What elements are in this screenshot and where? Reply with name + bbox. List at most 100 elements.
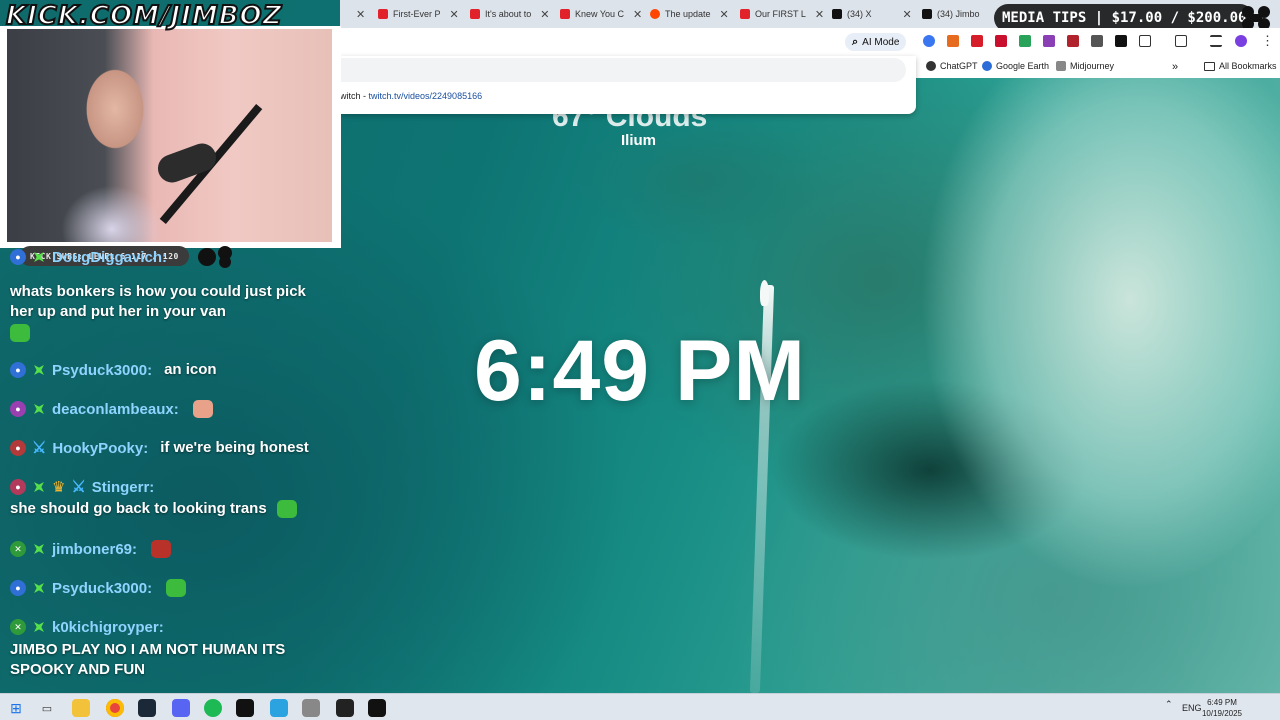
- browser-tab[interactable]: (34) X ✕: [832, 4, 912, 24]
- browser-tab[interactable]: Knew You C ✕: [560, 4, 650, 24]
- sub-badge-icon: [29, 360, 49, 380]
- youtube-icon: [740, 9, 750, 19]
- boat: [760, 280, 769, 306]
- browser-tab[interactable]: (34) Jimbo: [922, 4, 982, 24]
- chat-message: ● ♛ ⚔ Stingerr: she should go back to lo…: [10, 476, 330, 520]
- suggestion-url: twitch.tv/videos/2249085166: [368, 91, 483, 101]
- taskbar-date: 10/19/2025: [1201, 709, 1243, 718]
- tab-close-icon[interactable]: ✕: [815, 8, 824, 21]
- tab-partial[interactable]: ✕: [352, 4, 365, 24]
- bookmarks-overflow-chevron[interactable]: »: [1172, 61, 1178, 73]
- extension-icon[interactable]: [1067, 35, 1079, 47]
- telegram-icon[interactable]: [270, 699, 288, 717]
- profile-avatar[interactable]: [1235, 35, 1247, 47]
- ai-mode-button[interactable]: ⌕ AI Mode: [845, 33, 907, 51]
- spotify-icon[interactable]: [204, 699, 222, 717]
- bookmark-midjourney[interactable]: Midjourney: [1056, 61, 1114, 71]
- puzzle-icon[interactable]: [1139, 35, 1151, 47]
- discord-icon[interactable]: [172, 699, 190, 717]
- app-icon[interactable]: [236, 699, 254, 717]
- webcam-feed: [7, 29, 332, 242]
- task-view-icon[interactable]: ▭: [38, 699, 56, 717]
- sword-badge-icon: ⚔: [32, 440, 47, 457]
- epic-games-icon[interactable]: [368, 699, 386, 717]
- omnibox-suggestion[interactable]: witch - twitch.tv/videos/2249085166: [340, 91, 482, 101]
- reading-list-icon[interactable]: [1210, 35, 1222, 47]
- bookmark-chatgpt[interactable]: ChatGPT: [926, 61, 978, 71]
- sub-badge-icon: [29, 477, 49, 497]
- chat-username[interactable]: deaconlambeaux:: [52, 401, 179, 418]
- chat-username[interactable]: jimboner69:: [52, 541, 137, 558]
- tab-label: The update: [665, 9, 711, 19]
- weather-location: Ilium: [621, 132, 657, 149]
- chat-text: JIMBO PLAY NO I AM NOT HUMAN ITS SPOOKY …: [10, 641, 286, 678]
- app-icon[interactable]: [302, 699, 320, 717]
- tab-close-icon[interactable]: ✕: [633, 8, 642, 21]
- badge-icon: ✕: [10, 541, 26, 557]
- tab-close-icon[interactable]: ✕: [540, 8, 549, 21]
- x-icon: [922, 9, 932, 19]
- tab-label: First-Ever P: [393, 9, 441, 19]
- chat-username[interactable]: Psyduck3000:: [52, 362, 152, 379]
- extension-icon[interactable]: [1043, 35, 1055, 47]
- chat-text: she should go back to looking trans: [10, 500, 267, 517]
- sub-badge-icon: [29, 578, 49, 598]
- chat-message: ● deaconlambeaux:: [10, 398, 330, 420]
- google-earth-icon: [982, 61, 992, 71]
- chat-message: ● Psyduck3000:: [10, 577, 330, 599]
- metamask-icon[interactable]: [947, 35, 959, 47]
- taskbar-time: 6:49 PM: [1207, 698, 1237, 707]
- badge-icon: ✕: [10, 619, 26, 635]
- extension-icon[interactable]: [1091, 35, 1103, 47]
- reddit-icon: [650, 9, 660, 19]
- omnibox-input[interactable]: [340, 58, 906, 82]
- file-explorer-icon[interactable]: [72, 699, 90, 717]
- badge-icon: ●: [10, 580, 26, 596]
- chrome-icon[interactable]: [106, 699, 124, 717]
- sub-badge-icon: [29, 539, 49, 559]
- tab-close-icon[interactable]: ✕: [450, 8, 459, 21]
- chat-text: whats bonkers is how you could just pick…: [10, 283, 306, 320]
- tab-close-icon[interactable]: ✕: [356, 8, 365, 21]
- chat-message: ● Psyduck3000: an icon: [10, 359, 330, 381]
- microphone: [154, 139, 220, 187]
- language-indicator[interactable]: ENG: [1182, 703, 1202, 713]
- bookmark-google-earth[interactable]: Google Earth: [982, 61, 1049, 71]
- browser-tab[interactable]: Our FIRST L ✕: [740, 4, 830, 24]
- crown-badge-icon: ♛: [52, 479, 66, 496]
- more-menu-icon[interactable]: ⋮: [1261, 33, 1274, 49]
- badge-icon: ●: [10, 401, 26, 417]
- tab-close-icon[interactable]: ✕: [903, 8, 912, 21]
- browser-tab[interactable]: The update ✕: [650, 4, 740, 24]
- badge-icon: ●: [10, 440, 26, 456]
- taskbar: ⊞ ▭ ⌃ ENG 6:49 PM 10/19/2025: [0, 693, 1280, 720]
- chat-username[interactable]: DougDiggavich:: [52, 249, 167, 266]
- youtube-icon: [378, 9, 388, 19]
- omnibox-dropdown: witch - twitch.tv/videos/2249085166: [340, 56, 916, 114]
- chat-username[interactable]: HookyPooky:: [52, 440, 148, 457]
- emote-icon: [276, 500, 297, 518]
- windows-start-icon[interactable]: ⊞: [7, 699, 25, 717]
- ublock-icon[interactable]: [971, 35, 983, 47]
- x-extension-icon[interactable]: [1115, 35, 1127, 47]
- taskbar-clock[interactable]: 6:49 PM 10/19/2025: [1200, 697, 1244, 719]
- chat-username[interactable]: Stingerr:: [92, 479, 155, 496]
- sub-badge-icon: [29, 399, 49, 419]
- chat-username[interactable]: Psyduck3000:: [52, 580, 152, 597]
- extension-icon[interactable]: [923, 35, 935, 47]
- tab-search-icon[interactable]: [1175, 35, 1187, 47]
- all-bookmarks-button[interactable]: All Bookmarks: [1204, 61, 1277, 71]
- chat-username[interactable]: k0kichigroyper:: [52, 619, 164, 636]
- tray-expand-icon[interactable]: ⌃: [1165, 699, 1173, 710]
- extension-icon[interactable]: [995, 35, 1007, 47]
- extension-icon[interactable]: [1019, 35, 1031, 47]
- tab-close-icon[interactable]: ✕: [720, 8, 729, 21]
- bookmarks-bar: ChatGPT Google Earth Midjourney » All Bo…: [916, 56, 1280, 78]
- tab-label: (34) X: [847, 9, 872, 19]
- chatgpt-icon: [926, 61, 936, 71]
- app-icon[interactable]: [336, 699, 354, 717]
- browser-tab[interactable]: First-Ever P ✕: [378, 4, 468, 24]
- midjourney-icon: [1056, 61, 1066, 71]
- steam-icon[interactable]: [138, 699, 156, 717]
- browser-tab[interactable]: It's about to ✕: [470, 4, 560, 24]
